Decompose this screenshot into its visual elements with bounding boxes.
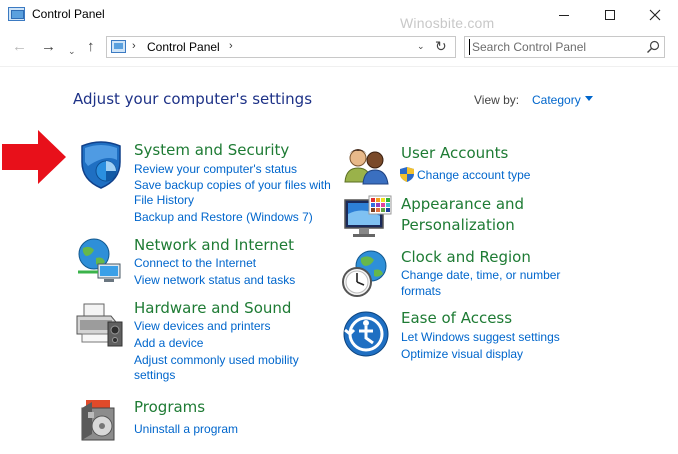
users-icon	[344, 149, 389, 185]
recent-locations-button[interactable]: ⌄	[68, 42, 76, 60]
link-uninstall-program[interactable]: Uninstall a program	[134, 422, 238, 436]
control-panel-icon	[111, 40, 126, 53]
link-change-account-type[interactable]: Change account type	[417, 168, 530, 182]
category-title-network-internet[interactable]: Network and Internet	[134, 236, 294, 254]
chevron-down-icon[interactable]	[585, 96, 593, 101]
header-divider	[0, 66, 678, 67]
programs-box-icon	[81, 400, 115, 441]
control-panel-app-icon	[8, 7, 25, 21]
forward-button[interactable]: →	[41, 38, 56, 56]
category-title-programs[interactable]: Programs	[134, 398, 205, 416]
link-save-backup-copies[interactable]: Save backup copies of your files with	[134, 178, 331, 192]
red-arrow-icon	[2, 130, 66, 184]
category-title-hardware-sound[interactable]: Hardware and Sound	[134, 299, 291, 317]
page-title: Adjust your computer's settings	[73, 90, 313, 108]
breadcrumb-control-panel[interactable]: Control Panel	[147, 40, 220, 54]
globe-network-icon	[78, 238, 121, 282]
maximize-button[interactable]	[587, 0, 633, 30]
link-formats[interactable]: formats	[401, 284, 441, 298]
view-by-dropdown[interactable]: Category	[532, 93, 581, 107]
refresh-button[interactable]: ↻	[435, 38, 447, 55]
shield-icon	[81, 141, 121, 189]
category-title-ease-of-access[interactable]: Ease of Access	[401, 309, 512, 327]
monitor-colors-icon	[344, 195, 392, 237]
link-add-device[interactable]: Add a device	[134, 336, 203, 350]
breadcrumb-chevron-icon[interactable]: ›	[132, 40, 136, 52]
minimize-button[interactable]	[541, 0, 587, 30]
link-view-network-status[interactable]: View network status and tasks	[134, 273, 295, 287]
link-connect-internet[interactable]: Connect to the Internet	[134, 256, 256, 270]
address-bar[interactable]: › Control Panel › ⌄ ↻	[106, 36, 456, 58]
ease-of-access-icon	[343, 311, 389, 357]
search-box[interactable]	[464, 36, 665, 58]
window-title: Control Panel	[32, 7, 105, 21]
watermark-text: Winosbite.com	[400, 15, 495, 31]
view-by-label: View by:	[474, 93, 520, 107]
category-title-appearance-line2[interactable]: Personalization	[401, 216, 515, 234]
category-title-user-accounts[interactable]: User Accounts	[401, 144, 508, 162]
navigation-bar: ← → ⌄ ↑ › Control Panel › ⌄ ↻	[0, 30, 678, 66]
link-file-history[interactable]: File History	[134, 193, 194, 207]
title-bar: Control Panel Winosbite.com	[0, 0, 678, 31]
search-icon[interactable]	[645, 39, 661, 55]
link-mobility-settings-cont[interactable]: settings	[134, 368, 175, 382]
uac-shield-icon	[400, 167, 414, 182]
back-button[interactable]: ←	[12, 38, 27, 56]
link-windows-suggest-settings[interactable]: Let Windows suggest settings	[401, 330, 560, 344]
clock-globe-icon	[342, 250, 387, 297]
search-input[interactable]	[469, 39, 639, 55]
category-title-system-security[interactable]: System and Security	[134, 141, 289, 159]
category-title-clock-region[interactable]: Clock and Region	[401, 248, 531, 266]
close-button[interactable]	[632, 0, 678, 30]
link-optimize-visual-display[interactable]: Optimize visual display	[401, 347, 523, 361]
link-change-date-time[interactable]: Change date, time, or number	[401, 268, 560, 282]
link-backup-restore[interactable]: Backup and Restore (Windows 7)	[134, 210, 313, 224]
maximize-icon	[605, 10, 615, 20]
address-dropdown-button[interactable]: ⌄	[417, 41, 425, 52]
link-view-devices-printers[interactable]: View devices and printers	[134, 319, 271, 333]
minimize-icon	[559, 14, 569, 16]
printer-speaker-icon	[76, 303, 123, 347]
close-icon	[649, 9, 661, 21]
link-adjust-mobility-settings[interactable]: Adjust commonly used mobility	[134, 353, 299, 367]
link-review-computer-status[interactable]: Review your computer's status	[134, 162, 297, 176]
category-title-appearance-line1[interactable]: Appearance and	[401, 195, 524, 213]
breadcrumb-chevron-icon[interactable]: ›	[229, 40, 233, 52]
up-button[interactable]: ↑	[87, 38, 95, 56]
